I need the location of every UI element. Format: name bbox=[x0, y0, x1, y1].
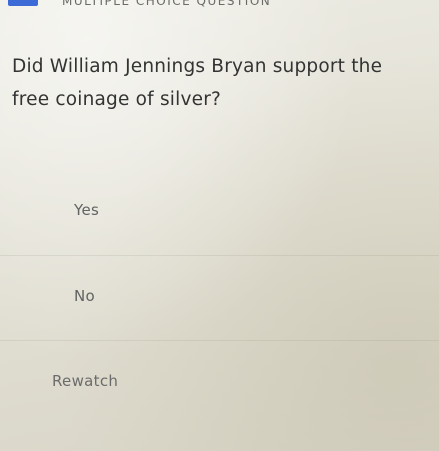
answer-option-yes[interactable]: Yes bbox=[14, 182, 426, 238]
answer-option-label: No bbox=[74, 287, 95, 305]
section-label: MULTIPLE CHOICE QUESTION bbox=[62, 0, 272, 8]
rewatch-button[interactable]: Rewatch bbox=[52, 372, 118, 390]
question-type-badge bbox=[8, 0, 38, 6]
top-header: MULTIPLE CHOICE QUESTION bbox=[0, 0, 439, 8]
answer-option-label: Yes bbox=[74, 201, 100, 219]
divider bbox=[0, 255, 439, 256]
question-text: Did William Jennings Bryan support the f… bbox=[12, 56, 383, 110]
divider bbox=[0, 340, 439, 341]
answer-option-no[interactable]: No bbox=[14, 268, 426, 324]
